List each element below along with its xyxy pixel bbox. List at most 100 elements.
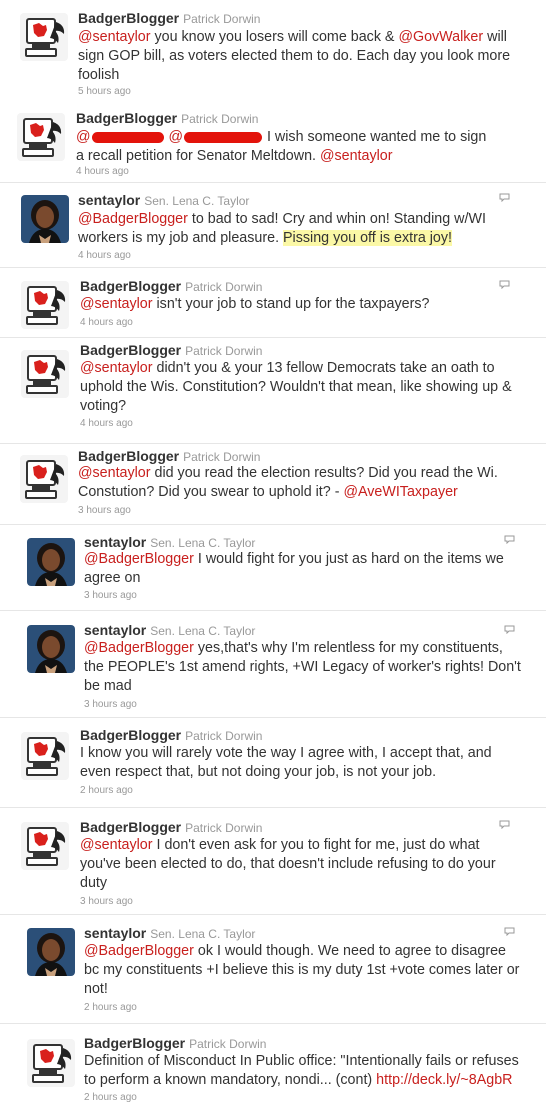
timestamp[interactable]: 3 hours ago	[84, 590, 137, 601]
tweet-text: @sentaylor I don't even ask for you to f…	[80, 837, 496, 891]
tweet-text: @BadgerBlogger ok I would though. We nee…	[84, 943, 520, 997]
tweet-item: sentaylor Sen. Lena C. Taylor @BadgerBlog…	[0, 610, 546, 717]
author-name: Patrick Dorwin	[185, 729, 263, 743]
reply-icon[interactable]	[499, 193, 510, 202]
timestamp[interactable]: 4 hours ago	[78, 250, 131, 261]
avatar[interactable]	[20, 13, 68, 61]
mention-link[interactable]: @sentaylor	[80, 296, 153, 312]
tweet-item: BadgerBlogger Patrick Dorwin @sentaylor y…	[0, 0, 546, 102]
author-handle[interactable]: BadgerBlogger	[78, 448, 179, 464]
timestamp[interactable]: 4 hours ago	[80, 317, 133, 328]
tweet-item: sentaylor Sen. Lena C. Taylor @BadgerBlog…	[0, 914, 546, 1023]
author-handle[interactable]: sentaylor	[78, 192, 140, 208]
author-handle[interactable]: sentaylor	[84, 622, 146, 638]
avatar[interactable]	[21, 732, 69, 780]
mention-link[interactable]: @GovWalker	[398, 29, 483, 45]
reply-icon[interactable]	[499, 820, 510, 829]
author-name: Patrick Dorwin	[185, 344, 263, 358]
avatar[interactable]	[21, 350, 69, 398]
timestamp[interactable]: 5 hours ago	[78, 86, 131, 97]
tweet-text: @ @ I wish someone wanted me to sign a r…	[76, 129, 487, 164]
tweet-text: @BadgerBlogger to bad to sad! Cry and wh…	[78, 211, 486, 246]
author-name: Sen. Lena C. Taylor	[144, 194, 250, 208]
author-handle[interactable]: sentaylor	[84, 925, 146, 941]
author-handle[interactable]: BadgerBlogger	[76, 110, 177, 126]
avatar[interactable]	[21, 281, 69, 329]
tweet-item: BadgerBlogger Patrick Dorwin @sentaylor i…	[0, 267, 546, 337]
tweet-text: @sentaylor you know you losers will come…	[78, 29, 511, 83]
tweet-header: BadgerBlogger Patrick Dorwin	[80, 727, 262, 745]
reply-icon[interactable]	[504, 927, 515, 936]
timestamp[interactable]: 4 hours ago	[80, 418, 133, 429]
tweet-text: @BadgerBlogger I would fight for you jus…	[84, 551, 504, 586]
avatar[interactable]	[21, 822, 69, 870]
tweet-header: BadgerBlogger Patrick Dorwin	[80, 342, 262, 360]
mention-link[interactable]: @sentaylor	[80, 360, 153, 376]
timestamp[interactable]: 2 hours ago	[80, 785, 133, 796]
tweet-header: sentaylor Sen. Lena C. Taylor	[84, 622, 255, 640]
avatar[interactable]	[21, 195, 69, 243]
tweet-header: BadgerBlogger Patrick Dorwin	[84, 1035, 266, 1053]
tweet-header: sentaylor Sen. Lena C. Taylor	[78, 192, 249, 210]
author-handle[interactable]: BadgerBlogger	[84, 1035, 185, 1051]
timestamp[interactable]: 2 hours ago	[84, 1092, 137, 1103]
author-handle[interactable]: sentaylor	[84, 534, 146, 550]
url-link[interactable]: http://deck.ly/~8AgbR	[376, 1072, 512, 1088]
avatar[interactable]	[27, 625, 75, 673]
timestamp[interactable]: 3 hours ago	[78, 505, 131, 516]
mention-link[interactable]: @BadgerBlogger	[84, 943, 194, 959]
tweet-text: @BadgerBlogger yes,that's why I'm relent…	[84, 640, 521, 694]
redaction-mark	[91, 131, 164, 143]
author-name: Sen. Lena C. Taylor	[150, 624, 256, 638]
author-name: Patrick Dorwin	[183, 450, 261, 464]
author-handle[interactable]: BadgerBlogger	[80, 727, 181, 743]
tweet-item: BadgerBlogger Patrick Dorwin @ @ I wish s…	[0, 102, 546, 182]
tweet-header: BadgerBlogger Patrick Dorwin	[80, 278, 262, 296]
timestamp[interactable]: 3 hours ago	[80, 896, 133, 907]
mention-link[interactable]: @sentaylor	[80, 837, 153, 853]
mention-link[interactable]: @BadgerBlogger	[78, 211, 188, 227]
tweet-text: I know you will rarely vote the way I ag…	[80, 745, 492, 780]
tweet-item: BadgerBlogger Patrick Dorwin I know you w…	[0, 717, 546, 807]
timestamp[interactable]: 4 hours ago	[76, 166, 129, 177]
author-handle[interactable]: BadgerBlogger	[80, 278, 181, 294]
tweet-text: @sentaylor isn't your job to stand up fo…	[80, 296, 430, 312]
reply-icon[interactable]	[499, 280, 510, 289]
author-name: Sen. Lena C. Taylor	[150, 536, 256, 550]
reply-icon[interactable]	[504, 625, 515, 634]
mention-link[interactable]: @sentaylor	[78, 29, 151, 45]
avatar[interactable]	[20, 455, 68, 503]
tweet-item: sentaylor Sen. Lena C. Taylor @BadgerBlog…	[0, 182, 546, 267]
tweet-item: BadgerBlogger Patrick Dorwin @sentaylor d…	[0, 337, 546, 443]
author-handle[interactable]: BadgerBlogger	[80, 342, 181, 358]
timestamp[interactable]: 3 hours ago	[84, 699, 137, 710]
author-name: Sen. Lena C. Taylor	[150, 927, 256, 941]
avatar[interactable]	[27, 538, 75, 586]
author-name: Patrick Dorwin	[183, 12, 261, 26]
tweet-header: BadgerBlogger Patrick Dorwin	[78, 10, 260, 28]
avatar[interactable]	[27, 928, 75, 976]
mention-link[interactable]: @sentaylor	[320, 148, 393, 164]
avatar[interactable]	[17, 113, 65, 161]
tweet-header: BadgerBlogger Patrick Dorwin	[80, 819, 262, 837]
redaction-mark	[184, 131, 263, 143]
tweet-text: @sentaylor didn't you & your 13 fellow D…	[80, 360, 512, 414]
author-handle[interactable]: BadgerBlogger	[78, 10, 179, 26]
mention-link[interactable]: @BadgerBlogger	[84, 551, 194, 567]
author-name: Patrick Dorwin	[185, 280, 263, 294]
tweet-item: sentaylor Sen. Lena C. Taylor @BadgerBlog…	[0, 524, 546, 610]
tweet-header: sentaylor Sen. Lena C. Taylor	[84, 925, 255, 943]
author-handle[interactable]: BadgerBlogger	[80, 819, 181, 835]
tweet-item: BadgerBlogger Patrick Dorwin @sentaylor d…	[0, 443, 546, 524]
tweet-text: Definition of Misconduct In Public offic…	[84, 1053, 519, 1088]
highlighted-text: Pissing you off is extra joy!	[283, 230, 453, 246]
timestamp[interactable]: 2 hours ago	[84, 1002, 137, 1013]
reply-icon[interactable]	[504, 535, 515, 544]
tweet-item: BadgerBlogger Patrick Dorwin @sentaylor I…	[0, 807, 546, 914]
tweet-item: BadgerBlogger Patrick Dorwin Definition o…	[0, 1023, 546, 1113]
mention-link[interactable]: @BadgerBlogger	[84, 640, 194, 656]
tweet-header: BadgerBlogger Patrick Dorwin	[76, 110, 258, 128]
avatar[interactable]	[27, 1039, 75, 1087]
mention-link[interactable]: @sentaylor	[78, 465, 151, 481]
mention-link[interactable]: @AveWITaxpayer	[343, 484, 457, 500]
